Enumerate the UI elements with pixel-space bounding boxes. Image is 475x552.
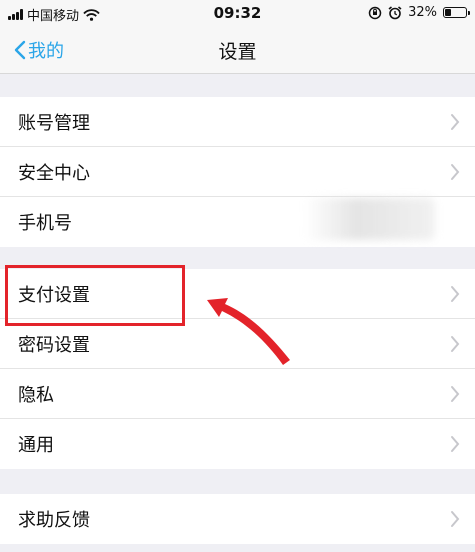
settings-item-account[interactable]: 账号管理 xyxy=(0,97,475,147)
settings-item-feedback[interactable]: 求助反馈 xyxy=(0,494,475,544)
annotation-arrow xyxy=(207,298,290,365)
battery-percent: 32% xyxy=(408,5,437,20)
settings-item-label: 通用 xyxy=(18,435,54,456)
orientation-lock-icon xyxy=(368,6,382,19)
status-right: 32% xyxy=(368,5,470,20)
settings-item-label: 隐私 xyxy=(18,385,54,406)
settings-item-label: 安全中心 xyxy=(18,163,90,184)
status-bar: 中国移动 09:32 32% xyxy=(0,0,475,28)
settings-item-label: 密码设置 xyxy=(18,335,90,356)
alarm-icon xyxy=(388,5,402,19)
chevron-right-icon xyxy=(451,436,460,452)
chevron-right-icon xyxy=(451,286,460,302)
chevron-right-icon xyxy=(451,114,460,130)
settings-screen: 中国移动 09:32 32% 我的 设置 账号管理 安全中心 手机号 支付设置 … xyxy=(0,0,475,552)
settings-item-security[interactable]: 安全中心 xyxy=(0,147,475,197)
chevron-right-icon xyxy=(451,386,460,402)
annotation-highlight-box xyxy=(5,265,185,326)
battery-fill xyxy=(445,9,452,16)
settings-group-help: 求助反馈 xyxy=(0,494,475,544)
settings-item-privacy[interactable]: 隐私 xyxy=(0,369,475,419)
settings-item-general[interactable]: 通用 xyxy=(0,419,475,469)
chevron-right-icon xyxy=(451,336,460,352)
settings-item-label: 求助反馈 xyxy=(18,510,90,531)
chevron-right-icon xyxy=(451,511,460,527)
battery-icon xyxy=(443,7,470,18)
chevron-right-icon xyxy=(451,164,460,180)
settings-item-label: 账号管理 xyxy=(18,113,90,134)
page-title: 设置 xyxy=(218,41,257,63)
settings-item-label: 手机号 xyxy=(18,213,72,234)
nav-bar: 我的 设置 xyxy=(0,28,475,74)
blurred-phone-number xyxy=(305,198,435,240)
